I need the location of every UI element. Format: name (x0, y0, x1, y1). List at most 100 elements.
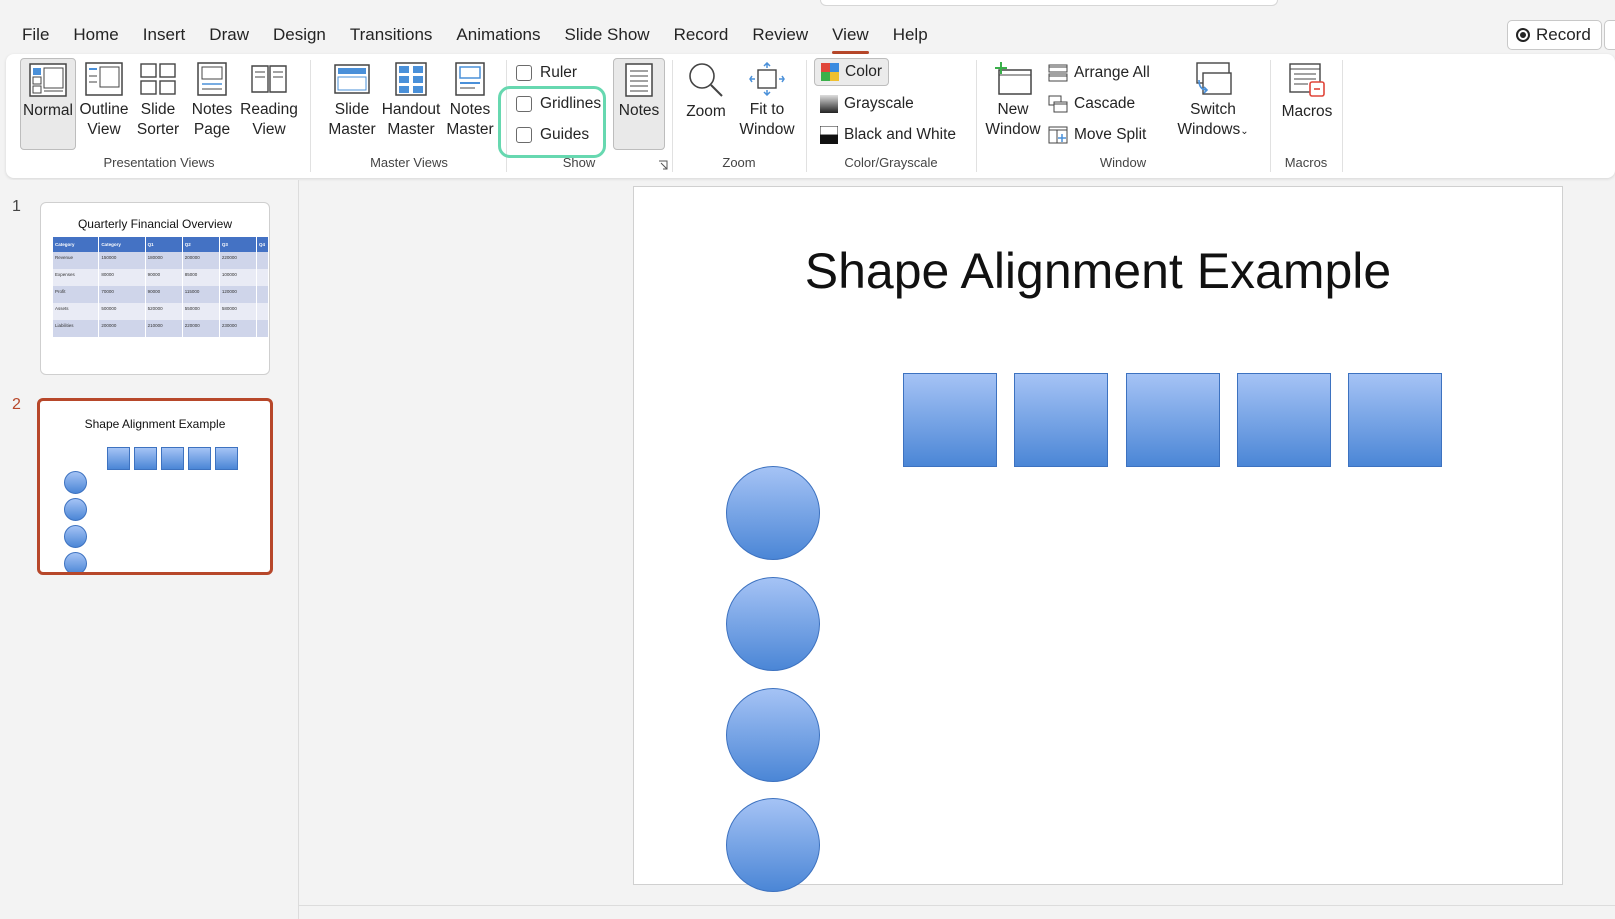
circle-shape[interactable] (726, 688, 820, 782)
switch-windows-button[interactable]: Switch Windows⌄ (1172, 58, 1254, 150)
tab-file[interactable]: File (10, 22, 61, 48)
macros-icon (1289, 63, 1325, 97)
tab-insert[interactable]: Insert (131, 22, 198, 48)
grayscale-button[interactable]: Grayscale (820, 91, 914, 117)
thumb-1-table: Category Category Q1 Q2 Q3 Q4 Revenue 15… (53, 237, 269, 337)
color-label: Color (845, 63, 883, 80)
ruler-checkbox[interactable]: Ruler (516, 60, 577, 86)
notes-page-button[interactable]: Notes Page (186, 58, 238, 150)
reading-view-button[interactable]: Reading View (240, 58, 298, 150)
square-shape[interactable] (1014, 373, 1108, 467)
table-cell: 200000 (98, 320, 146, 337)
slide-sorter-icon (140, 63, 176, 95)
slide-sorter-label-2: Sorter (136, 121, 180, 138)
arrange-all-button[interactable]: Arrange All (1048, 60, 1150, 86)
handout-master-label-2: Master (387, 121, 435, 138)
notes-icon (625, 63, 653, 97)
square-shape[interactable] (903, 373, 997, 467)
handout-master-icon (395, 62, 427, 96)
master-views-label: Master Views (370, 155, 448, 170)
record-button[interactable]: Record (1507, 20, 1602, 50)
tab-animations[interactable]: Animations (444, 22, 552, 48)
thumb-square (107, 447, 130, 470)
table-cell: 70000 (98, 286, 146, 303)
slide-number-2: 2 (12, 396, 21, 413)
slide-master-label-2: Master (328, 121, 376, 138)
macros-button[interactable]: Macros (1278, 58, 1336, 150)
table-cell: 80000 (98, 269, 146, 286)
ruler-label: Ruler (540, 64, 578, 81)
slide-master-button[interactable]: Slide Master (326, 58, 378, 150)
outline-view-icon (85, 62, 123, 96)
new-window-button[interactable]: New Window (984, 58, 1042, 150)
table-cell: 120000 (219, 286, 258, 303)
normal-view-button[interactable]: Normal (20, 58, 76, 150)
table-cell: 500000 (98, 303, 146, 320)
slide-sorter-button[interactable]: Slide Sorter (132, 58, 184, 150)
handout-master-button[interactable]: Handout Master (380, 58, 442, 150)
table-row: Assets 500000 520000 550000 580000 (53, 303, 269, 320)
table-cell (256, 269, 269, 286)
slide-title[interactable]: Shape Alignment Example (634, 242, 1562, 300)
table-cell: 580000 (219, 303, 258, 320)
table-cell: Expenses (53, 269, 100, 286)
circle-shape[interactable] (726, 577, 820, 671)
color-swatch-icon (821, 63, 839, 81)
circle-shape[interactable] (726, 798, 820, 892)
move-split-label: Move Split (1074, 126, 1147, 143)
square-shape[interactable] (1126, 373, 1220, 467)
circle-shape[interactable] (726, 466, 820, 560)
tab-help[interactable]: Help (881, 22, 940, 48)
slide-thumbnail-1[interactable]: Quarterly Financial Overview Category Ca… (40, 202, 270, 375)
tab-record[interactable]: Record (662, 22, 741, 48)
tab-draw[interactable]: Draw (197, 22, 261, 48)
black-and-white-button[interactable]: Black and White (820, 122, 956, 148)
new-window-icon (995, 62, 1032, 95)
move-split-button[interactable]: Move Split (1048, 122, 1146, 148)
color-button[interactable]: Color (814, 58, 890, 86)
share-button[interactable] (1604, 20, 1615, 50)
new-window-label-1: New (997, 101, 1029, 118)
slide-thumbnail-2[interactable]: Shape Alignment Example (37, 398, 273, 575)
notes-pane-edge[interactable] (299, 905, 1615, 919)
switch-windows-text: Windows (1177, 121, 1241, 138)
thumb-circle (64, 525, 87, 548)
table-header: Q1 (145, 237, 183, 252)
macros-label: Macros (1281, 103, 1333, 120)
tab-home[interactable]: Home (61, 22, 130, 48)
table-cell: 550000 (182, 303, 220, 320)
ribbon-tabs: File Home Insert Draw Design Transitions… (10, 22, 940, 54)
cascade-button[interactable]: Cascade (1048, 91, 1135, 117)
table-cell: 85000 (182, 269, 220, 286)
tab-view[interactable]: View (820, 22, 881, 54)
outline-view-button[interactable]: Outline View (78, 58, 130, 150)
outline-view-label-1: Outline (79, 101, 129, 118)
dialog-launcher-icon[interactable] (658, 160, 668, 170)
table-cell: 150000 (98, 252, 146, 269)
highlight-annotation (498, 86, 606, 158)
tab-slide-show[interactable]: Slide Show (553, 22, 662, 48)
square-shape[interactable] (1237, 373, 1331, 467)
ruler-checkbox-box[interactable] (516, 65, 532, 81)
cascade-label: Cascade (1074, 95, 1136, 112)
notes-master-button[interactable]: Notes Master (444, 58, 496, 150)
reading-view-label-1: Reading (240, 101, 298, 118)
fit-to-window-button[interactable]: Fit to Window (736, 58, 798, 150)
search-box[interactable] (820, 0, 1278, 6)
thumb-circle (64, 552, 87, 572)
title-bar: File Home Insert Draw Design Transitions… (0, 0, 1615, 54)
square-shape[interactable] (1348, 373, 1442, 467)
thumb-circle (64, 471, 87, 494)
reading-view-icon (251, 65, 287, 93)
tab-design[interactable]: Design (261, 22, 338, 48)
notes-toggle-button[interactable]: Notes (613, 58, 665, 150)
slide-canvas[interactable]: Shape Alignment Example (633, 186, 1563, 892)
table-header: Q2 (182, 237, 220, 252)
black-and-white-label: Black and White (844, 126, 956, 143)
zoom-button[interactable]: Zoom (680, 58, 732, 150)
group-zoom: Zoom Fit to Window Zoom (672, 54, 806, 178)
tab-review[interactable]: Review (740, 22, 820, 48)
table-cell: 220000 (219, 252, 258, 269)
tab-transitions[interactable]: Transitions (338, 22, 445, 48)
pane-splitter[interactable] (298, 180, 299, 919)
